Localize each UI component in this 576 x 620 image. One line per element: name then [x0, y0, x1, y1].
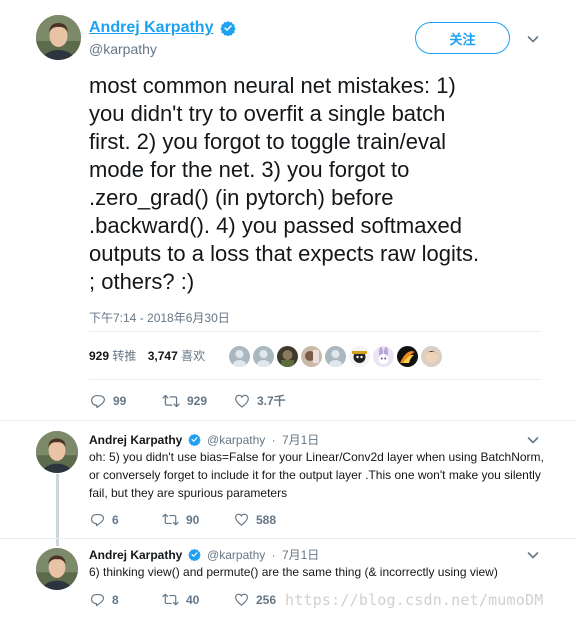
liker-avatar[interactable] — [277, 346, 298, 367]
retweet-action[interactable]: 929 — [162, 393, 234, 409]
liker-avatar[interactable] — [229, 346, 250, 367]
verified-icon — [187, 548, 201, 562]
author-name-text[interactable]: Andrej Karpathy — [89, 19, 213, 36]
like-action[interactable]: 588 — [234, 512, 276, 527]
retweet-count[interactable]: 929 — [89, 349, 109, 363]
like-label[interactable]: 喜欢 — [181, 349, 205, 363]
separator: · — [271, 433, 276, 447]
chevron-down-icon[interactable] — [526, 32, 540, 46]
reply-header: Andrej Karpathy @karpathy · 7月1日 — [89, 546, 319, 563]
like-action[interactable]: 3.7千 — [234, 392, 286, 409]
liker-avatar[interactable] — [301, 346, 322, 367]
liker-avatars — [229, 346, 442, 367]
like-count-action: 3.7千 — [257, 394, 286, 408]
retweet-icon — [162, 593, 179, 606]
liker-avatar[interactable] — [253, 346, 274, 367]
reply-tweet[interactable]: Andrej Karpathy @karpathy · 7月1日 oh: 5) … — [0, 421, 576, 539]
liker-avatar[interactable] — [421, 346, 442, 367]
like-count: 256 — [256, 592, 277, 607]
divider — [89, 331, 541, 332]
author-name[interactable]: Andrej Karpathy — [89, 19, 213, 37]
retweet-action[interactable]: 90 — [162, 512, 234, 527]
tweet-actions: 8 40 256 — [90, 592, 276, 607]
avatar[interactable] — [36, 548, 78, 590]
author-handle[interactable]: @karpathy — [207, 548, 265, 562]
avatar[interactable] — [36, 15, 81, 60]
verified-icon — [187, 433, 201, 447]
tweet-actions: 99 929 3.7千 — [90, 392, 286, 409]
retweet-icon — [162, 513, 179, 526]
like-action[interactable]: 256 — [234, 592, 276, 607]
retweet-label[interactable]: 转推 — [112, 349, 136, 363]
retweet-icon — [162, 394, 180, 407]
reply-count: 99 — [113, 393, 127, 408]
liker-avatar[interactable] — [397, 346, 418, 367]
main-tweet: Andrej Karpathy @karpathy 关注 most common… — [0, 0, 576, 420]
reply-action[interactable]: 8 — [90, 592, 162, 607]
reply-count: 8 — [112, 592, 119, 607]
avatar[interactable] — [36, 431, 78, 473]
retweet-count: 40 — [186, 592, 200, 607]
retweet-action[interactable]: 40 — [162, 592, 234, 607]
watermark: https://blog.csdn.net/mumoDM — [285, 591, 544, 609]
follow-button[interactable]: 关注 — [415, 22, 510, 54]
chevron-down-icon[interactable] — [526, 433, 540, 447]
author-name[interactable]: Andrej Karpathy — [89, 433, 182, 447]
author-name[interactable]: Andrej Karpathy — [89, 548, 182, 562]
like-icon — [235, 513, 248, 526]
tweet-stats: 929 转推 3,747 喜欢 — [89, 347, 213, 364]
reply-icon — [91, 513, 105, 527]
divider — [89, 379, 541, 380]
like-count: 588 — [256, 512, 277, 527]
reply-text: 6) thinking view() and permute() are the… — [89, 565, 498, 579]
tweet-text: most common neural net mistakes: 1) you … — [89, 73, 480, 294]
like-count[interactable]: 3,747 — [148, 349, 178, 363]
verified-icon — [220, 21, 236, 36]
like-icon — [235, 394, 249, 408]
reply-text: oh: 5) you didn't use bias=False for you… — [89, 450, 544, 500]
reply-action[interactable]: 99 — [90, 393, 162, 409]
reply-count: 6 — [112, 512, 119, 527]
author-handle[interactable]: @karpathy — [89, 41, 157, 57]
reply-icon — [91, 394, 105, 408]
tweet-timestamp[interactable]: 下午7:14 - 2018年6月30日 — [89, 309, 230, 326]
reply-icon — [91, 593, 105, 607]
reply-header: Andrej Karpathy @karpathy · 7月1日 — [89, 431, 319, 448]
chevron-down-icon[interactable] — [526, 548, 540, 562]
reply-date[interactable]: 7月1日 — [282, 433, 319, 447]
retweet-count: 90 — [186, 512, 200, 527]
retweet-count: 929 — [187, 393, 208, 408]
author-handle[interactable]: @karpathy — [207, 433, 265, 447]
liker-avatar[interactable] — [373, 346, 394, 367]
liker-avatar[interactable] — [325, 346, 346, 367]
tweet-actions: 6 90 588 — [90, 512, 276, 527]
reply-action[interactable]: 6 — [90, 512, 162, 527]
reply-date[interactable]: 7月1日 — [282, 548, 319, 562]
like-icon — [235, 593, 248, 606]
liker-avatar[interactable] — [349, 346, 370, 367]
separator: · — [271, 548, 276, 562]
